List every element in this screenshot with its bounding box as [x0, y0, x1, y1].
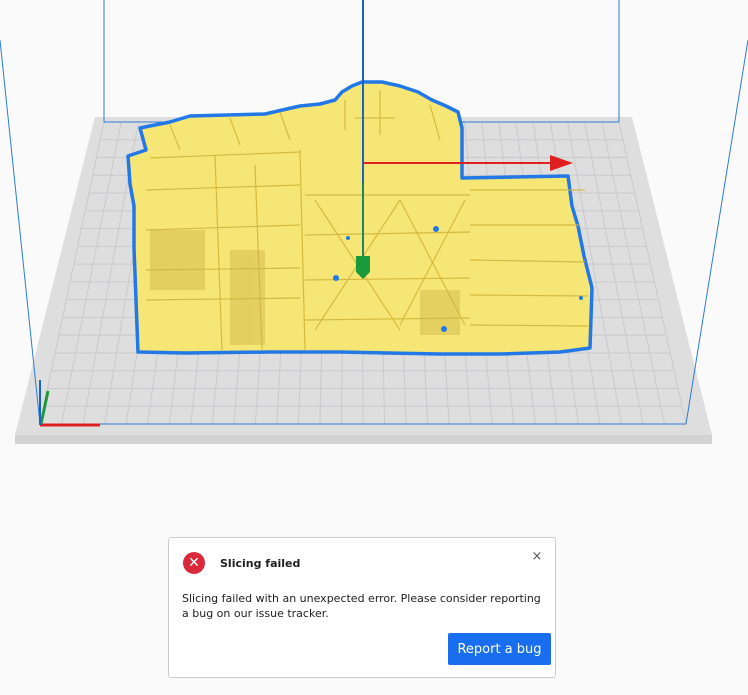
- report-bug-button[interactable]: Report a bug: [448, 633, 551, 665]
- build-plate-edge: [15, 435, 712, 444]
- error-icon: ✕: [183, 552, 205, 574]
- notification-message: Slicing failed with an unexpected error.…: [182, 592, 541, 620]
- slicing-failed-notification: ✕ Slicing failed × Slicing failed with a…: [168, 537, 556, 678]
- notification-title: Slicing failed: [220, 557, 301, 570]
- close-icon[interactable]: ×: [530, 550, 544, 564]
